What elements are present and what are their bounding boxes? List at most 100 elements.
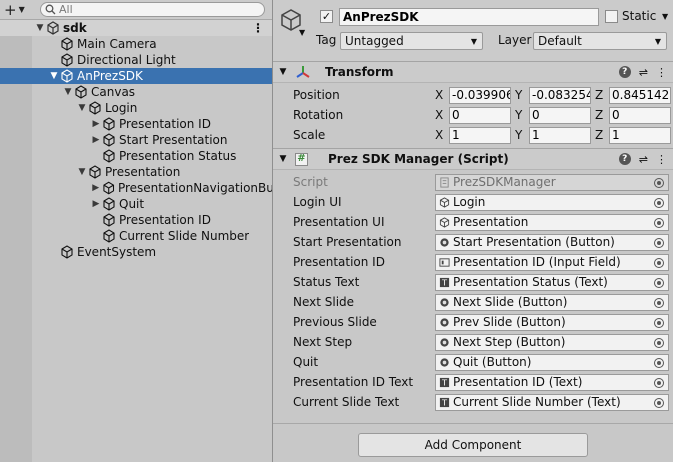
axis-label-x[interactable]: X <box>435 88 449 102</box>
transform-y-input[interactable] <box>529 86 591 104</box>
axis-label-z[interactable]: Z <box>595 128 609 142</box>
axis-label-x[interactable]: X <box>435 128 449 142</box>
script-enabled-checkbox[interactable]: # <box>295 152 308 166</box>
object-picker-icon[interactable] <box>654 397 664 408</box>
object-reference-field[interactable]: Login <box>435 193 669 211</box>
hierarchy-search[interactable] <box>40 2 265 17</box>
fold-arrow-down-icon[interactable]: ▼ <box>62 87 74 97</box>
hierarchy-item[interactable]: ▼ Presentation <box>0 164 272 180</box>
preset-sliders-icon[interactable]: ⇌ <box>639 153 648 166</box>
object-picker-icon[interactable] <box>654 337 664 348</box>
object-picker-icon[interactable] <box>654 197 664 208</box>
fold-arrow-down-icon[interactable]: ▼ <box>48 71 60 81</box>
preset-sliders-icon[interactable]: ⇌ <box>639 66 648 79</box>
hierarchy-item[interactable]: Presentation ID <box>0 212 272 228</box>
object-reference-field[interactable]: Next Slide (Button) <box>435 293 669 311</box>
transform-z-input[interactable] <box>609 126 671 144</box>
hierarchy-item-label: Presentation <box>105 165 181 179</box>
fold-arrow-down-icon[interactable]: ▼ <box>76 167 88 177</box>
static-checkbox[interactable] <box>605 10 618 23</box>
fold-arrow-down-icon[interactable]: ▼ <box>76 103 88 113</box>
fold-arrow-down-icon[interactable]: ▼ <box>275 154 291 164</box>
hierarchy-item[interactable]: Directional Light <box>0 52 272 68</box>
transform-x-input[interactable] <box>449 126 511 144</box>
object-picker-icon[interactable] <box>654 277 664 288</box>
fold-arrow-right-icon[interactable]: ▶ <box>90 135 102 145</box>
static-caret-icon[interactable]: ▼ <box>662 12 668 21</box>
fold-arrow-right-icon[interactable]: ▶ <box>90 119 102 129</box>
object-reference-field[interactable]: Presentation ID (Input Field) <box>435 253 669 271</box>
add-component-button[interactable]: Add Component <box>358 433 588 457</box>
axis-label-y[interactable]: Y <box>515 128 529 142</box>
object-picker-icon[interactable] <box>654 377 664 388</box>
active-checkbox[interactable]: ✓ <box>320 10 333 23</box>
hierarchy-item[interactable]: ▶ PresentationNavigationBut <box>0 180 272 196</box>
hierarchy-item[interactable]: EventSystem <box>0 244 272 260</box>
scene-row[interactable]: ▼ sdk ⋮ <box>0 20 272 36</box>
scene-menu-icon[interactable]: ⋮ <box>252 21 264 35</box>
hierarchy-item[interactable]: ▼ AnPrezSDK <box>0 68 272 84</box>
hierarchy-toolbar: + ▼ <box>0 0 272 20</box>
transform-y-input[interactable] <box>529 126 591 144</box>
transform-header[interactable]: ▼ Transform ? ⇌ ⋮ <box>273 61 673 83</box>
object-reference-field[interactable]: Presentation <box>435 213 669 231</box>
text-component-icon: T <box>439 377 450 387</box>
svg-text:T: T <box>441 277 448 287</box>
object-picker-icon[interactable] <box>654 237 664 248</box>
fold-arrow-down-icon[interactable]: ▼ <box>34 23 46 33</box>
component-menu-icon[interactable]: ⋮ <box>656 153 667 166</box>
hierarchy-item[interactable]: ▼ Login <box>0 100 272 116</box>
help-icon[interactable]: ? <box>618 153 631 165</box>
hierarchy-item[interactable]: ▶ Quit <box>0 196 272 212</box>
transform-axes-icon <box>296 66 310 78</box>
transform-x-input[interactable] <box>449 106 511 124</box>
script-file-icon <box>440 176 449 188</box>
axis-label-z[interactable]: Z <box>595 108 609 122</box>
icon-dropdown-caret-icon[interactable]: ▼ <box>299 28 305 37</box>
component-menu-icon[interactable]: ⋮ <box>656 66 667 79</box>
axis-label-x[interactable]: X <box>435 108 449 122</box>
fold-arrow-down-icon[interactable]: ▼ <box>275 67 291 77</box>
field-label: Presentation UI <box>293 215 385 229</box>
hierarchy-search-input[interactable] <box>59 3 239 16</box>
hierarchy-item[interactable]: Presentation Status <box>0 148 272 164</box>
axis-label-y[interactable]: Y <box>515 108 529 122</box>
fold-arrow-right-icon[interactable]: ▶ <box>90 199 102 209</box>
field-label: Previous Slide <box>293 315 377 329</box>
object-reference-field[interactable]: T Presentation ID (Text) <box>435 373 669 391</box>
script-component-header[interactable]: ▼ # Prez SDK Manager (Script) ? ⇌ ⋮ <box>273 148 673 170</box>
object-picker-icon[interactable] <box>654 217 664 228</box>
object-reference-field[interactable]: Next Step (Button) <box>435 333 669 351</box>
hierarchy-item[interactable]: ▶ Presentation ID <box>0 116 272 132</box>
object-name-input[interactable] <box>339 8 599 26</box>
field-label: Current Slide Text <box>293 395 400 409</box>
tag-dropdown[interactable]: Untagged ▼ <box>340 32 483 50</box>
hierarchy-item[interactable]: ▶ Start Presentation <box>0 132 272 148</box>
hierarchy-item[interactable]: Current Slide Number <box>0 228 272 244</box>
axis-label-z[interactable]: Z <box>595 88 609 102</box>
script-field-row: Next Step Next Step (Button) <box>273 332 673 352</box>
field-label: Next Step <box>293 335 353 349</box>
layer-dropdown[interactable]: Default ▼ <box>533 32 667 50</box>
object-picker-icon[interactable] <box>654 317 664 328</box>
object-reference-field[interactable]: Quit (Button) <box>435 353 669 371</box>
object-reference-field[interactable]: T Current Slide Number (Text) <box>435 393 669 411</box>
object-picker-icon[interactable] <box>654 257 664 268</box>
gameobject-cube-icon <box>103 117 115 131</box>
help-icon[interactable]: ? <box>618 66 631 78</box>
object-reference-field[interactable]: Prev Slide (Button) <box>435 313 669 331</box>
object-picker-icon[interactable] <box>654 357 664 368</box>
transform-z-input[interactable] <box>609 86 671 104</box>
transform-y-input[interactable] <box>529 106 591 124</box>
object-picker-icon[interactable] <box>654 297 664 308</box>
gameobject-cube-icon <box>103 149 115 163</box>
create-button[interactable]: + ▼ <box>4 1 40 19</box>
transform-x-input[interactable] <box>449 86 511 104</box>
hierarchy-item[interactable]: ▼ Canvas <box>0 84 272 100</box>
transform-z-input[interactable] <box>609 106 671 124</box>
object-reference-field[interactable]: Start Presentation (Button) <box>435 233 669 251</box>
axis-label-y[interactable]: Y <box>515 88 529 102</box>
object-reference-field[interactable]: T Presentation Status (Text) <box>435 273 669 291</box>
fold-arrow-right-icon[interactable]: ▶ <box>90 183 102 193</box>
hierarchy-item[interactable]: Main Camera <box>0 36 272 52</box>
